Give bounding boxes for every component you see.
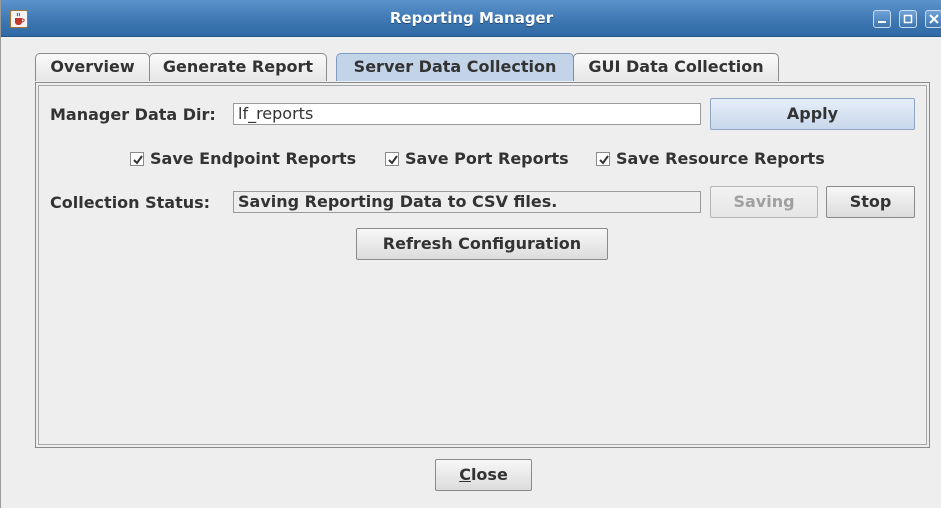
save-resource-reports-label: Save Resource Reports: [616, 149, 825, 168]
close-mnemonic: C: [459, 465, 471, 484]
save-endpoint-reports-checkbox[interactable]: Save Endpoint Reports: [130, 149, 356, 168]
minimize-button[interactable]: [873, 10, 891, 28]
save-resource-reports-checkbox[interactable]: Save Resource Reports: [596, 149, 825, 168]
save-port-reports-label: Save Port Reports: [405, 149, 569, 168]
tab-server-data-collection[interactable]: Server Data Collection: [336, 53, 574, 81]
manager-data-dir-label: Manager Data Dir:: [50, 105, 216, 124]
manager-data-dir-input[interactable]: lf_reports: [233, 103, 701, 125]
minimize-icon: [878, 21, 886, 23]
save-port-reports-checkbox[interactable]: Save Port Reports: [385, 149, 569, 168]
reporting-manager-window: Reporting Manager Overview Generate Repo…: [0, 0, 941, 508]
stop-button[interactable]: Stop: [826, 186, 915, 218]
close-label: lose: [470, 465, 508, 484]
refresh-configuration-button[interactable]: Refresh Configuration: [356, 228, 608, 260]
maximize-button[interactable]: [899, 10, 917, 28]
save-endpoint-reports-label: Save Endpoint Reports: [150, 149, 357, 168]
collection-status-field: Saving Reporting Data to CSV files.: [233, 191, 701, 213]
apply-button[interactable]: Apply: [710, 98, 915, 130]
maximize-icon: [903, 14, 913, 24]
tab-overview[interactable]: Overview: [35, 53, 150, 81]
close-window-button[interactable]: [925, 10, 941, 28]
window-title: Reporting Manager: [389, 9, 554, 27]
title-bar[interactable]: Reporting Manager: [1, 0, 941, 37]
collection-status-label: Collection Status:: [50, 193, 211, 212]
tab-generate-report[interactable]: Generate Report: [149, 53, 327, 81]
saving-button: Saving: [710, 186, 818, 218]
checkbox-checked-icon: [130, 151, 144, 166]
checkbox-checked-icon: [385, 151, 399, 166]
server-data-collection-panel: [38, 85, 927, 445]
close-button[interactable]: Close: [435, 459, 532, 491]
tab-gui-data-collection[interactable]: GUI Data Collection: [573, 53, 779, 81]
close-icon: [929, 14, 939, 24]
checkbox-checked-icon: [596, 151, 610, 166]
